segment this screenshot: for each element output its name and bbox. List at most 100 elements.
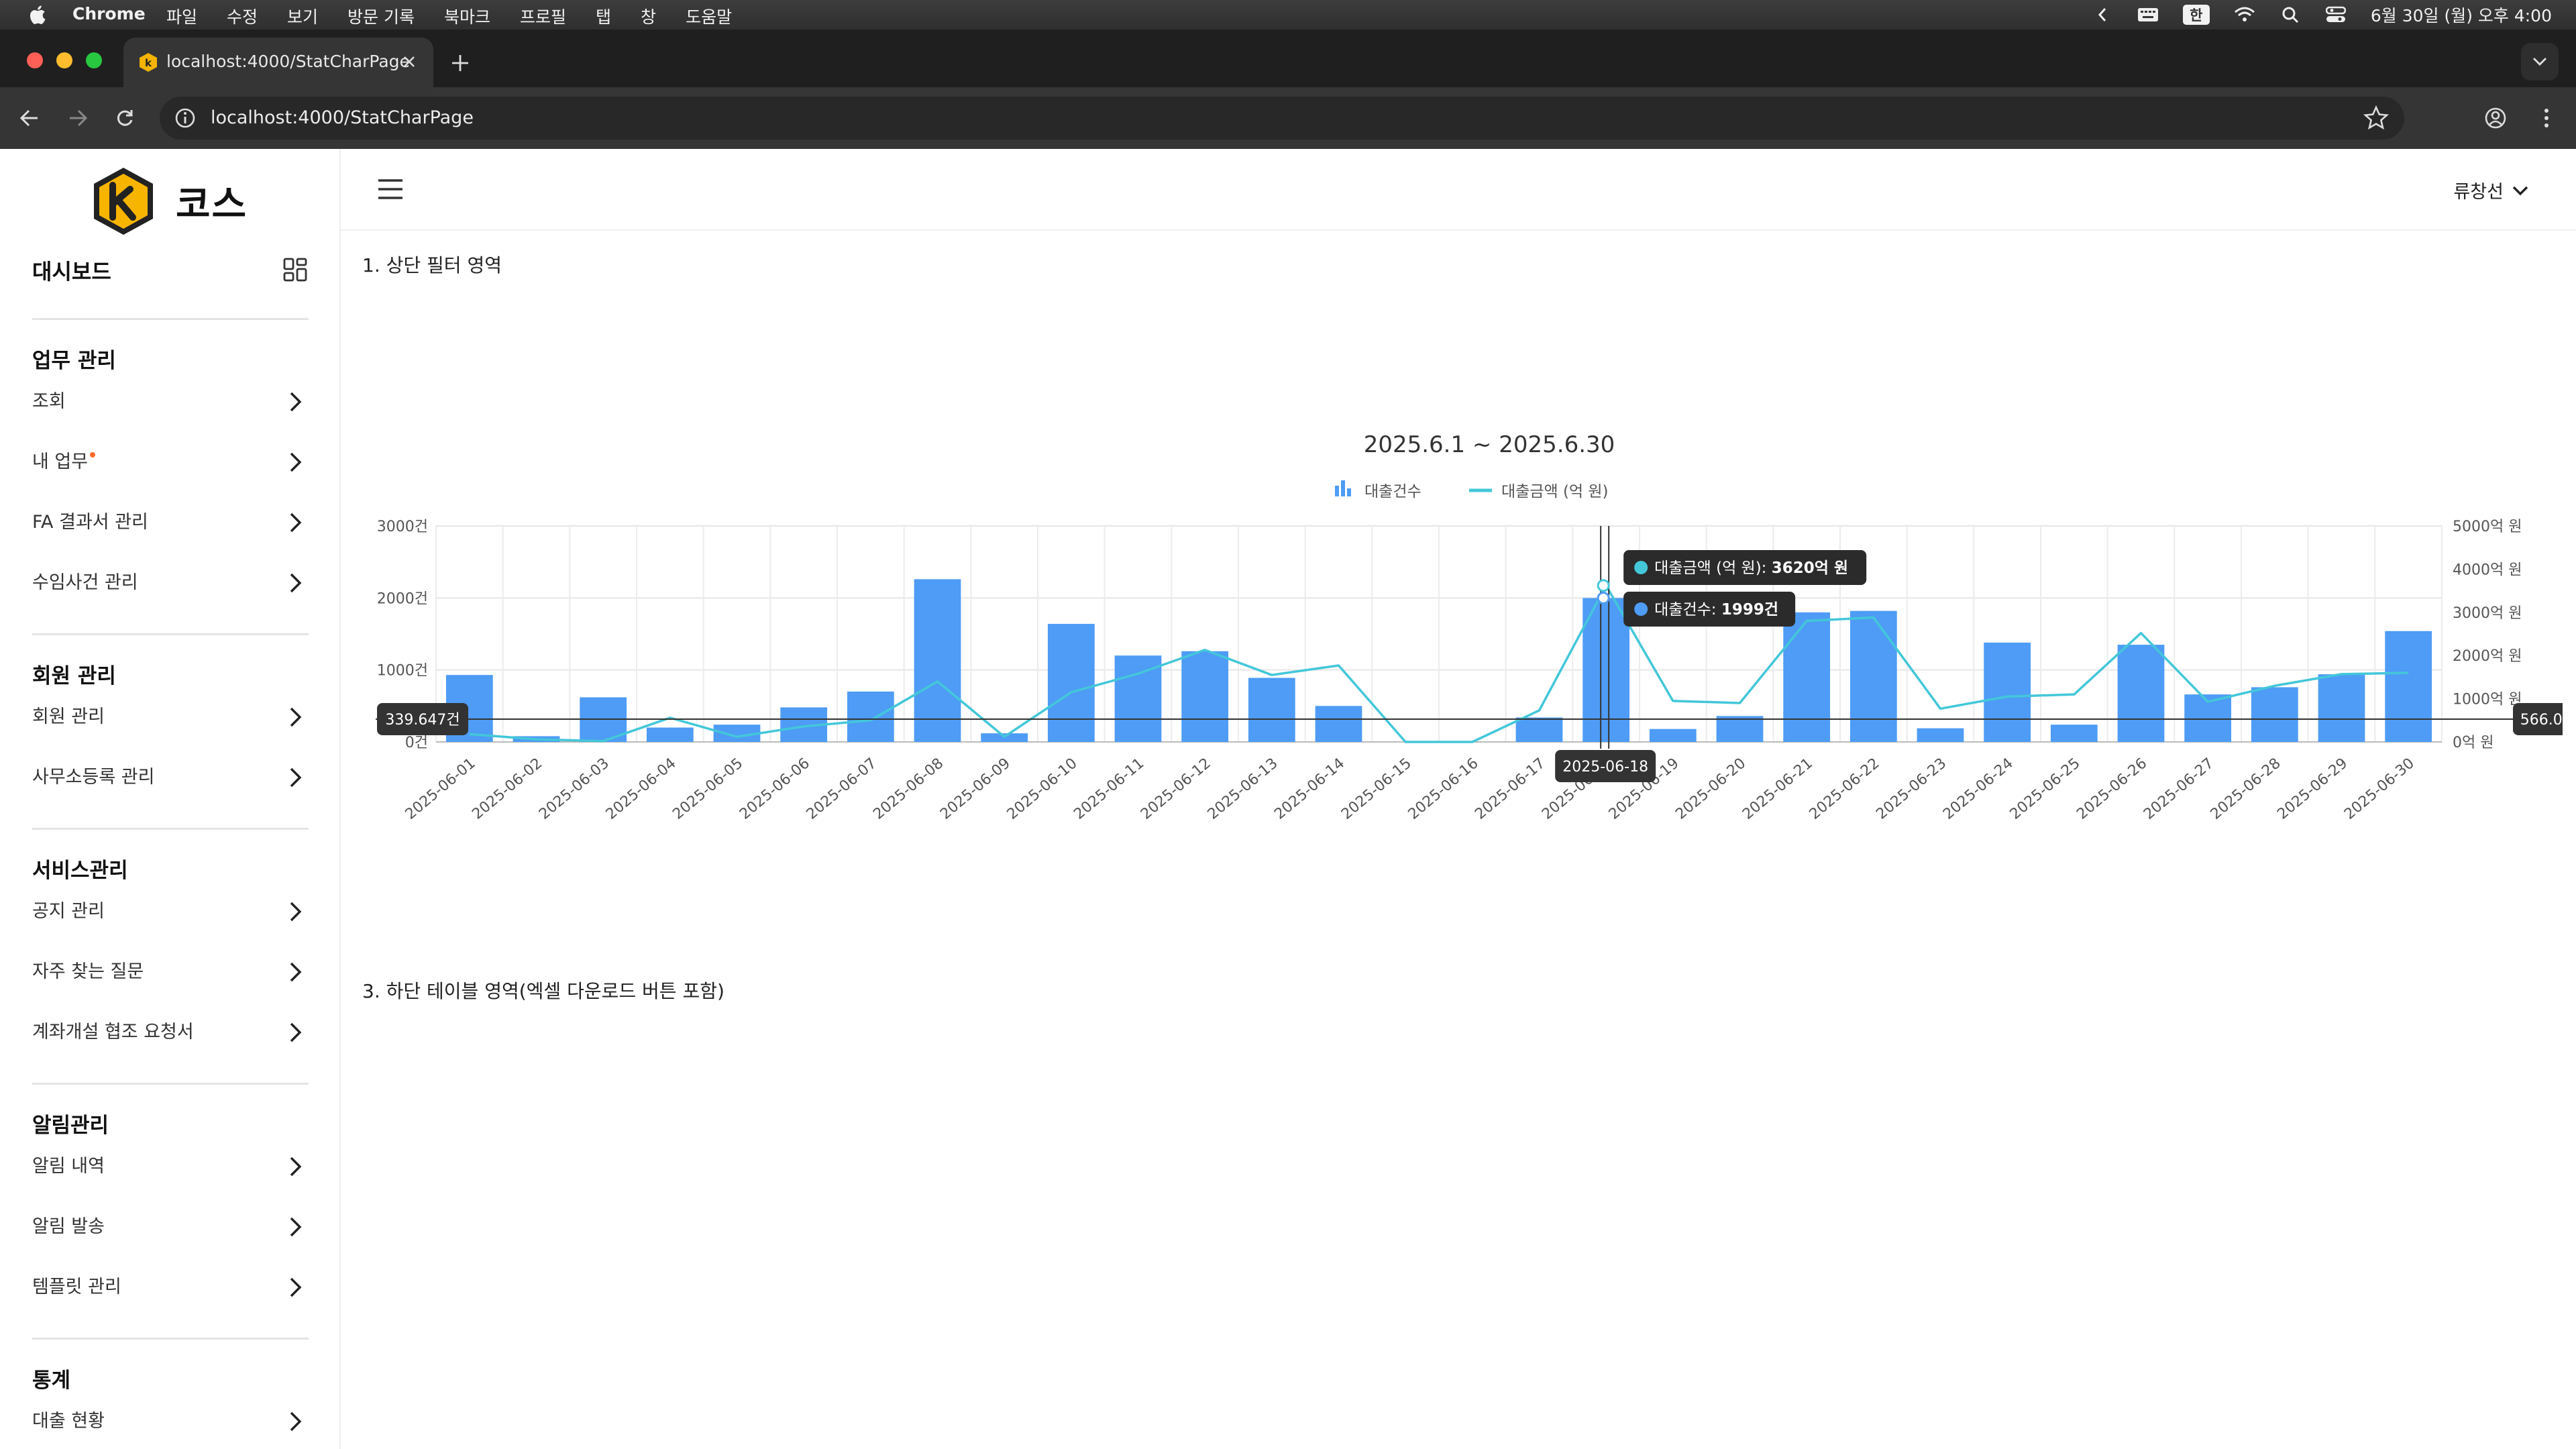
bar	[1783, 612, 1831, 742]
x-tick-label: 2025-06-04	[603, 755, 680, 822]
sidebar-item-label: 템플릿 관리	[32, 1277, 121, 1297]
y-left-tick: 3000건	[377, 519, 428, 535]
x-tick-label: 2025-06-01	[402, 755, 479, 822]
x-tick-label: 2025-06-05	[669, 755, 746, 822]
sidebar-item-label: 공지 관리	[32, 901, 105, 922]
chevron-right-icon	[284, 900, 306, 923]
back-button[interactable]	[15, 103, 44, 133]
sidebar-item[interactable]: 알림 발송	[32, 1210, 309, 1244]
sidebar-section-title: 통계	[32, 1368, 71, 1393]
bar	[1849, 610, 1897, 742]
browser-tab[interactable]: k localhost:4000/StatCharPage	[123, 38, 433, 87]
sidebar-item[interactable]: 조회	[32, 385, 309, 419]
x-tick-label: 2025-06-20	[1672, 755, 1749, 822]
os-menu-item[interactable]: 프로필	[520, 4, 566, 28]
tab-search-button[interactable]	[2521, 43, 2559, 80]
new-tab-icon[interactable]	[447, 50, 474, 76]
os-menu-item[interactable]: 보기	[287, 4, 318, 28]
x-tick-label: 2025-06-10	[1004, 755, 1081, 822]
bar	[1649, 729, 1697, 742]
chevron-left-icon[interactable]	[2092, 4, 2113, 25]
bar	[1315, 706, 1362, 742]
bar	[2385, 631, 2432, 742]
bookmark-star-icon[interactable]	[2363, 105, 2390, 131]
chevron-right-icon	[284, 961, 306, 983]
profile-icon	[2485, 107, 2506, 129]
x-tick-label: 2025-06-15	[1338, 755, 1415, 822]
legend-bar-swatch	[1341, 480, 1345, 496]
bar	[1515, 717, 1563, 742]
bar	[1917, 728, 1964, 742]
os-menu-item[interactable]: 탭	[596, 4, 611, 28]
dashboard-link[interactable]: 대시보드	[32, 255, 309, 288]
os-menu-item[interactable]: 창	[641, 4, 656, 28]
os-menu-item[interactable]: 북마크	[444, 4, 490, 28]
chart-title: 2025.6.1 ~ 2025.6.30	[1364, 431, 1615, 458]
hover-point-bar	[1597, 591, 1610, 604]
forward-button[interactable]	[63, 103, 93, 133]
y-right-tick: 1000억 원	[2453, 692, 2522, 708]
address-bar[interactable]: localhost:4000/StatCharPage	[160, 97, 2404, 140]
os-menu-item[interactable]: 방문 기록	[347, 4, 415, 28]
chevron-right-icon	[284, 706, 306, 729]
sidebar-item[interactable]: FA 결과서 관리	[32, 506, 309, 539]
os-menu-item[interactable]: 수정	[227, 4, 258, 28]
kos-logo[interactable]	[87, 165, 160, 237]
close-tab-icon[interactable]	[397, 50, 421, 74]
close-window-button[interactable]	[27, 52, 43, 68]
control-center-icon[interactable]	[2325, 4, 2347, 25]
chevron-right-icon	[284, 1216, 306, 1238]
browser-toolbar: localhost:4000/StatCharPage	[0, 87, 2576, 149]
y-right-tick: 5000억 원	[2453, 519, 2522, 535]
apple-icon[interactable]	[27, 4, 47, 25]
bar	[2251, 687, 2298, 742]
x-tick-label: 2025-06-03	[536, 755, 612, 822]
os-menu-item[interactable]: 도움말	[686, 4, 732, 28]
clock[interactable]: 6월 30일 (월) 오후 4:00	[2371, 3, 2552, 27]
sidebar-divider	[32, 828, 309, 830]
os-menu-item[interactable]: 파일	[166, 4, 197, 28]
user-menu[interactable]: 류창선	[2453, 177, 2529, 203]
sidebar-item[interactable]: 회원 관리	[32, 700, 309, 734]
zoom-window-button[interactable]	[86, 52, 102, 68]
legend-bar-swatch	[1335, 486, 1339, 496]
chevron-right-icon	[284, 1021, 306, 1044]
chevron-right-icon	[284, 766, 306, 789]
sidebar-item[interactable]: 알림 내역	[32, 1150, 309, 1183]
chevron-down-icon	[2512, 186, 2528, 195]
reload-button[interactable]	[110, 103, 140, 133]
url-text[interactable]: localhost:4000/StatCharPage	[211, 107, 474, 128]
user-name: 류창선	[2453, 182, 2504, 203]
legend-label: 대출건수	[1364, 483, 1421, 500]
sidebar: 코스 대시보드 업무 관리 조회 내 업무 FA 결과서 관리 수임사건 관리 회원 관리…	[0, 149, 341, 1449]
sidebar-item[interactable]: 계좌개설 협조 요청서	[32, 1016, 309, 1049]
sidebar-item[interactable]: 자주 찾는 질문	[32, 955, 309, 989]
sidebar-item[interactable]: 공지 관리	[32, 895, 309, 928]
spotlight-search-icon[interactable]	[2279, 4, 2301, 25]
keyboard-icon[interactable]	[2137, 4, 2159, 25]
wifi-icon[interactable]	[2234, 4, 2255, 25]
hamburger-menu-icon[interactable]	[376, 176, 405, 203]
sidebar-item[interactable]: 수임사건 관리	[32, 566, 309, 600]
bar	[1716, 716, 1764, 742]
sidebar-item[interactable]: 내 업무	[32, 445, 309, 479]
arrow-right-icon	[70, 109, 88, 127]
sidebar-item[interactable]: 템플릿 관리	[32, 1271, 309, 1304]
sidebar-item[interactable]: 대출 현황	[32, 1405, 309, 1438]
site-info-icon[interactable]	[173, 106, 197, 130]
sidebar-divider	[32, 318, 309, 320]
browser-menu-button[interactable]	[2530, 102, 2563, 134]
input-method-indicator[interactable]: 한	[2182, 5, 2210, 25]
x-tick-label: 2025-06-14	[1271, 755, 1348, 822]
profile-button[interactable]	[2479, 102, 2512, 134]
tooltip-amount-text: 대출금액 (억 원): 3620억 원	[1654, 559, 1848, 577]
sidebar-item-label: 계좌개설 협조 요청서	[32, 1022, 194, 1042]
sidebar-item-label: 회원 관리	[32, 706, 105, 727]
chevron-right-icon	[284, 451, 306, 474]
app-name[interactable]: Chrome	[72, 4, 146, 23]
sidebar-section-title: 알림관리	[32, 1114, 109, 1138]
minimize-window-button[interactable]	[56, 52, 72, 68]
sidebar-item[interactable]: 사무소등록 관리	[32, 761, 309, 794]
x-tick-label: 2025-06-26	[2074, 755, 2150, 822]
tooltip-amount-value: 3620억 원	[1772, 559, 1848, 577]
